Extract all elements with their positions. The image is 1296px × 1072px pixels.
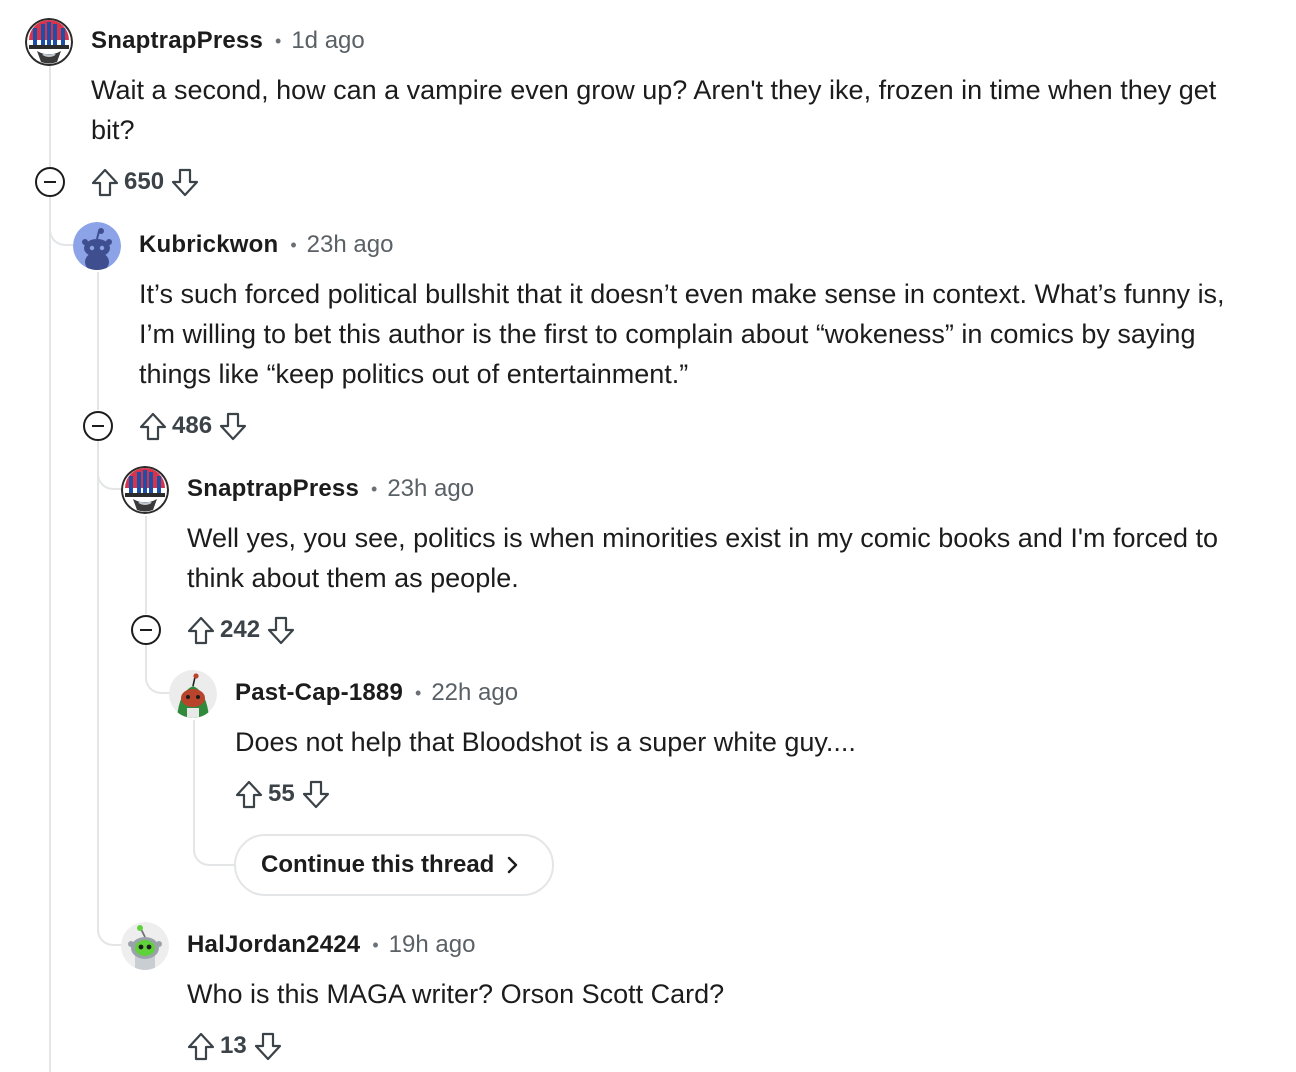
author-name[interactable]: Past-Cap-1889: [235, 679, 403, 707]
upvote-icon[interactable]: [186, 614, 216, 646]
upvote-icon[interactable]: [138, 410, 168, 442]
continue-thread-label: Continue this thread: [261, 851, 495, 878]
comment-timestamp[interactable]: 19h ago: [389, 931, 476, 959]
snoo-robot-avatar-icon: [121, 922, 169, 970]
comment-timestamp[interactable]: 22h ago: [431, 679, 518, 707]
thread-line-level-2: [145, 516, 147, 614]
comment-meta: SnaptrapPress • 23h ago: [187, 473, 474, 505]
vote-score: 650: [124, 168, 165, 195]
vote-bar: 242: [186, 612, 296, 648]
collapse-thread-button[interactable]: [131, 615, 161, 645]
avatar[interactable]: [121, 466, 169, 514]
author-name[interactable]: SnaptrapPress: [91, 27, 263, 55]
upvote-icon[interactable]: [186, 1030, 216, 1062]
avatar[interactable]: [25, 18, 73, 66]
vote-score: 486: [172, 412, 213, 439]
meta-separator: •: [415, 682, 422, 703]
downvote-icon[interactable]: [253, 1030, 283, 1062]
thread-connector-kubrickwon: [49, 196, 77, 246]
author-name[interactable]: Kubrickwon: [139, 231, 278, 259]
avatar[interactable]: [121, 922, 169, 970]
vote-bar: 55: [234, 776, 331, 812]
thread-connector-pastcap: [145, 644, 173, 694]
comment-body: Well yes, you see, politics is when mino…: [187, 523, 1219, 593]
downvote-icon[interactable]: [266, 614, 296, 646]
snaptrap-avatar-icon: [25, 18, 73, 66]
comment-timestamp[interactable]: 1d ago: [291, 27, 364, 55]
upvote-icon[interactable]: [234, 778, 264, 810]
thread-line-level-1: [97, 272, 99, 410]
author-name[interactable]: SnaptrapPress: [187, 475, 359, 503]
vote-score: 55: [268, 780, 295, 807]
downvote-icon[interactable]: [170, 166, 200, 198]
snaptrap-avatar-icon: [121, 466, 169, 514]
snoo-default-avatar-icon: [73, 222, 121, 270]
thread-connector-continue: [193, 720, 237, 866]
vote-bar: 650: [90, 164, 200, 200]
chevron-right-icon: [508, 856, 518, 874]
downvote-icon[interactable]: [218, 410, 248, 442]
vote-score: 13: [220, 1032, 247, 1059]
collapse-thread-button[interactable]: [35, 167, 65, 197]
comment-meta: SnaptrapPress • 1d ago: [91, 25, 365, 57]
author-name[interactable]: HalJordan2424: [187, 931, 360, 959]
snoo-green-hood-avatar-icon: [169, 670, 217, 718]
meta-separator: •: [290, 234, 297, 255]
comment-body: Who is this MAGA writer? Orson Scott Car…: [187, 979, 725, 1009]
continue-thread-button[interactable]: Continue this thread: [234, 834, 554, 896]
comment-meta: Past-Cap-1889 • 22h ago: [235, 677, 518, 709]
comment-body: It’s such forced political bullshit that…: [139, 279, 1225, 389]
vote-bar: 486: [138, 408, 248, 444]
vote-bar: 13: [186, 1028, 283, 1064]
comment-meta: Kubrickwon • 23h ago: [139, 229, 393, 261]
comment-meta: HalJordan2424 • 19h ago: [187, 929, 475, 961]
downvote-icon[interactable]: [301, 778, 331, 810]
comment-timestamp[interactable]: 23h ago: [307, 231, 394, 259]
vote-score: 242: [220, 616, 261, 643]
meta-separator: •: [372, 934, 379, 955]
upvote-icon[interactable]: [90, 166, 120, 198]
thread-connector-haljordan: [97, 440, 125, 946]
avatar[interactable]: [73, 222, 121, 270]
collapse-thread-button[interactable]: [83, 411, 113, 441]
comment-timestamp[interactable]: 23h ago: [387, 475, 474, 503]
comment-body: Wait a second, how can a vampire even gr…: [91, 75, 1217, 145]
meta-separator: •: [275, 30, 282, 51]
comment-body: Does not help that Bloodshot is a super …: [235, 727, 856, 757]
meta-separator: •: [371, 478, 378, 499]
avatar[interactable]: [169, 670, 217, 718]
